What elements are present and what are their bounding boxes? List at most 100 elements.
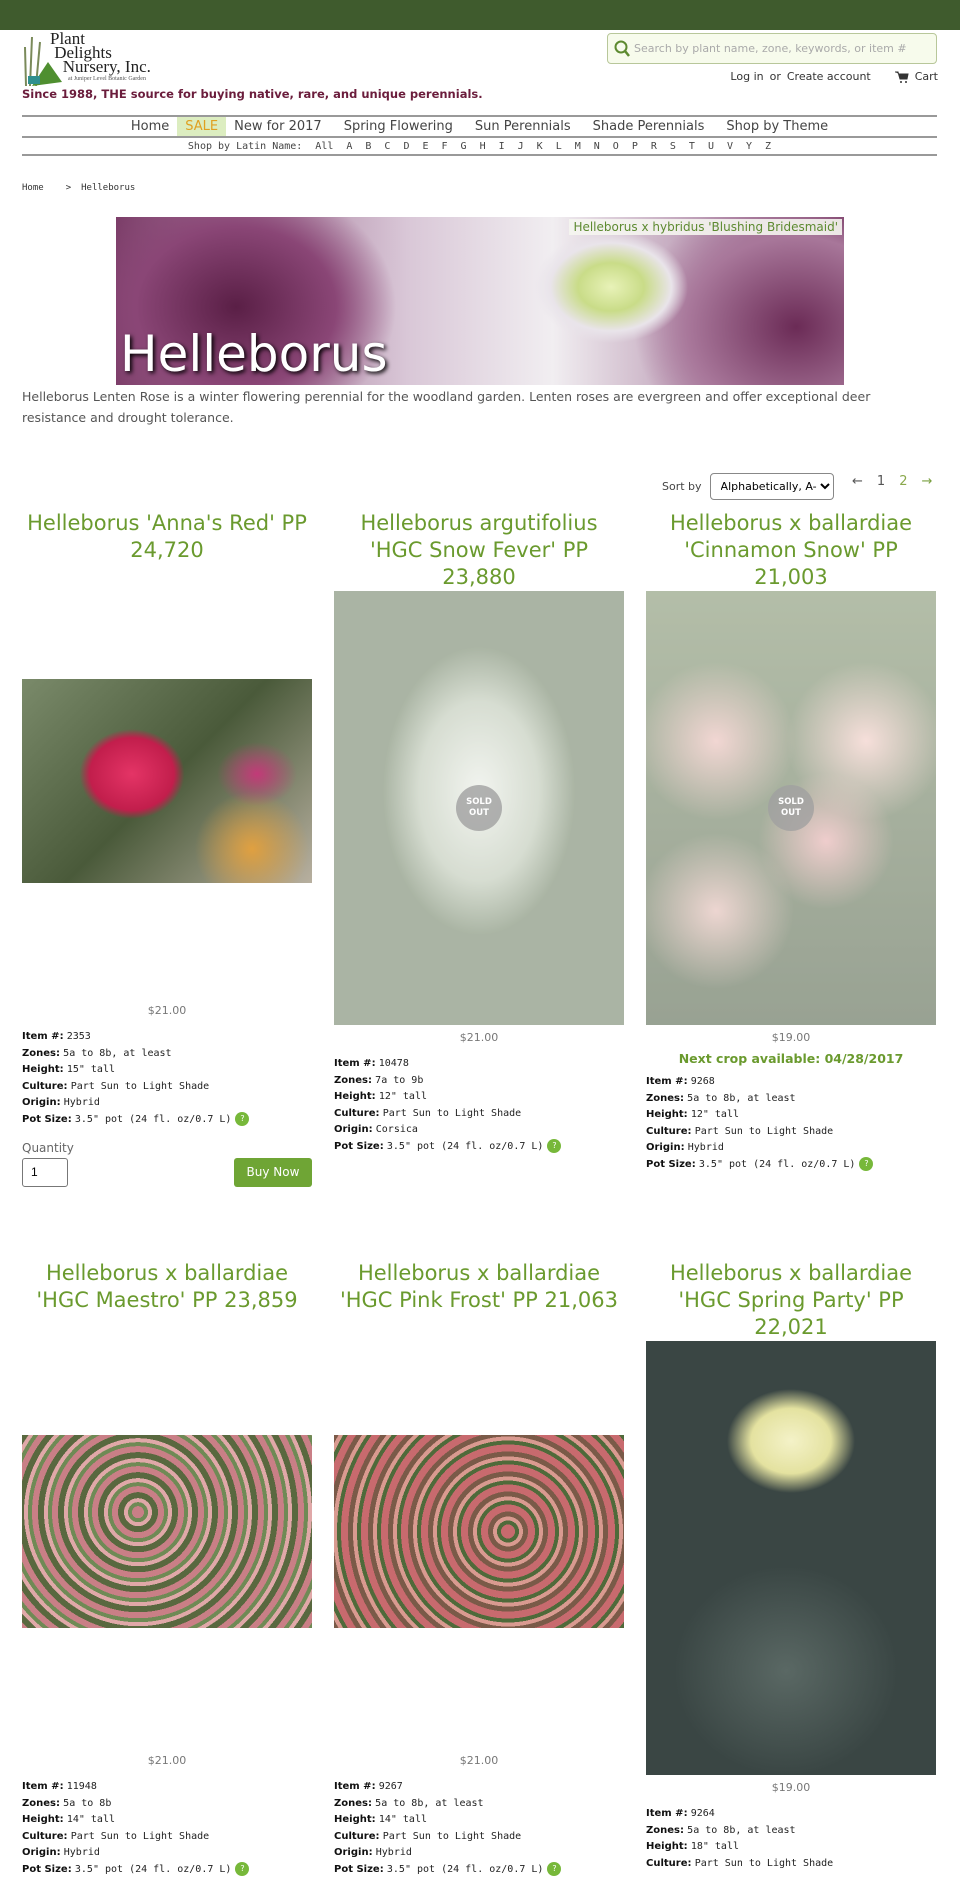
- product-title[interactable]: Helleborus x ballardiae 'HGC Spring Part…: [646, 1260, 936, 1341]
- latin-letter-f[interactable]: F: [442, 141, 448, 152]
- latin-label: Shop by Latin Name:: [187, 141, 303, 152]
- latin-letter-b[interactable]: B: [365, 141, 371, 152]
- detail-height: Height: 12" tall: [334, 1091, 427, 1103]
- latin-letter-c[interactable]: C: [384, 141, 390, 152]
- product-title[interactable]: Helleborus x ballardiae 'HGC Maestro' PP…: [22, 1260, 312, 1314]
- latin-letter-u[interactable]: U: [708, 141, 714, 152]
- latin-letter-a[interactable]: A: [346, 141, 352, 152]
- latin-letter-o[interactable]: O: [613, 141, 619, 152]
- search-input[interactable]: [634, 42, 924, 55]
- product-details: Item #: 9264 Zones: 5a to 8b, at least Hei…: [646, 1806, 936, 1872]
- next-page[interactable]: →: [921, 474, 932, 489]
- detail-origin: Origin: Hybrid: [22, 1097, 100, 1109]
- product-title[interactable]: Helleborus argutifolius 'HGC Snow Fever'…: [334, 510, 624, 591]
- sold-out-badge: SOLD OUT: [768, 785, 814, 831]
- product-details: Item #: 9267 Zones: 5a to 8b, at least Hei…: [334, 1779, 624, 1879]
- product-card: Helleborus x ballardiae 'HGC Spring Part…: [646, 1260, 936, 1872]
- detail-item: Item #: 9268: [646, 1076, 715, 1087]
- detail-culture: Culture: Part Sun to Light Shade: [646, 1857, 834, 1869]
- latin-letter-t[interactable]: T: [689, 141, 695, 152]
- nav-new-for-2017[interactable]: New for 2017: [226, 117, 330, 136]
- login-link[interactable]: Log in: [730, 70, 763, 83]
- main-nav: Home SALE New for 2017 Spring Flowering …: [22, 115, 937, 138]
- latin-letter-all[interactable]: All: [315, 141, 333, 152]
- nav-home[interactable]: Home: [123, 117, 177, 136]
- detail-zones: Zones: 5a to 8b, at least: [646, 1092, 796, 1104]
- breadcrumb-home[interactable]: Home: [22, 183, 44, 193]
- nav-shop-by-theme[interactable]: Shop by Theme: [718, 117, 836, 136]
- top-bar: [0, 0, 960, 30]
- nav-spring-flowering[interactable]: Spring Flowering: [336, 117, 461, 136]
- latin-letter-h[interactable]: H: [480, 141, 486, 152]
- detail-origin: Origin: Hybrid: [334, 1847, 412, 1859]
- search-icon[interactable]: [614, 40, 630, 58]
- latin-letter-j[interactable]: J: [518, 141, 524, 152]
- latin-letter-l[interactable]: L: [556, 141, 562, 152]
- product-image[interactable]: [22, 1434, 312, 1628]
- product-image[interactable]: [334, 1434, 624, 1628]
- product-image[interactable]: SOLD OUT: [646, 591, 936, 1025]
- collection-banner: Helleborus x hybridus 'Blushing Bridesma…: [116, 217, 844, 385]
- detail-height: Height: 14" tall: [334, 1814, 427, 1826]
- detail-height: Height: 18" tall: [646, 1841, 739, 1853]
- product-image[interactable]: SOLD OUT: [334, 591, 624, 1025]
- search-box[interactable]: [607, 33, 937, 64]
- detail-height: Height: 15" tall: [22, 1064, 115, 1076]
- product-image[interactable]: [646, 1341, 936, 1775]
- latin-letter-d[interactable]: D: [403, 141, 409, 152]
- latin-letter-g[interactable]: G: [461, 141, 467, 152]
- detail-culture: Culture: Part Sun to Light Shade: [646, 1125, 834, 1137]
- detail-item: Item #: 9264: [646, 1808, 715, 1819]
- latin-letter-m[interactable]: M: [575, 141, 581, 152]
- latin-letter-s[interactable]: S: [670, 141, 676, 152]
- latin-letter-e[interactable]: E: [422, 141, 428, 152]
- sold-out-badge: SOLD OUT: [456, 785, 502, 831]
- latin-letter-z[interactable]: Z: [765, 141, 771, 152]
- page-2[interactable]: 2: [899, 474, 907, 489]
- product-card: Helleborus x ballardiae 'Cinnamon Snow' …: [646, 510, 936, 1174]
- latin-letter-y[interactable]: Y: [746, 141, 752, 152]
- cart-icon[interactable]: [894, 71, 909, 83]
- help-icon[interactable]: ?: [547, 1138, 562, 1153]
- detail-culture: Culture: Part Sun to Light Shade: [334, 1830, 522, 1842]
- breadcrumb-separator: >: [65, 183, 72, 193]
- product-card: Helleborus x ballardiae 'HGC Maestro' PP…: [22, 1260, 312, 1879]
- product-card: Helleborus 'Anna's Red' PP 24,720 $21.00…: [22, 510, 312, 1187]
- detail-zones: Zones: 5a to 8b, at least: [646, 1824, 796, 1836]
- detail-culture: Culture: Part Sun to Light Shade: [334, 1107, 522, 1119]
- sort-select[interactable]: Alphabetically, A-Z: [709, 473, 834, 500]
- help-icon[interactable]: ?: [547, 1861, 562, 1876]
- latin-letter-k[interactable]: K: [537, 141, 543, 152]
- latin-letter-v[interactable]: V: [727, 141, 733, 152]
- buy-now-button[interactable]: Buy Now: [234, 1157, 312, 1187]
- detail-pot: Pot Size: 3.5" pot (24 fl. oz/0.7 L)?: [22, 1111, 312, 1129]
- product-price: $21.00: [459, 1031, 499, 1044]
- product-details: Item #: 2353 Zones: 5a to 8b, at least Hei…: [22, 1029, 312, 1129]
- product-price: $19.00: [771, 1031, 811, 1044]
- nav-shade-perennials[interactable]: Shade Perennials: [585, 117, 713, 136]
- product-title[interactable]: Helleborus 'Anna's Red' PP 24,720: [22, 510, 312, 564]
- logo[interactable]: Plant Delights Nursery, Inc. at Juniper …: [22, 30, 170, 87]
- latin-letter-r[interactable]: R: [651, 141, 657, 152]
- cart-link[interactable]: Cart: [915, 70, 938, 83]
- detail-origin: Origin: Hybrid: [646, 1142, 724, 1154]
- help-icon[interactable]: ?: [235, 1861, 250, 1876]
- latin-letter-p[interactable]: P: [632, 141, 638, 152]
- detail-height: Height: 12" tall: [646, 1109, 739, 1121]
- product-title[interactable]: Helleborus x ballardiae 'Cinnamon Snow' …: [646, 510, 936, 591]
- detail-zones: Zones: 5a to 8b, at least: [22, 1047, 172, 1059]
- create-account-link[interactable]: Create account: [787, 70, 871, 83]
- prev-page[interactable]: ←: [852, 474, 863, 489]
- nav-sale[interactable]: SALE: [177, 117, 227, 136]
- product-image[interactable]: [22, 679, 312, 883]
- help-icon[interactable]: ?: [859, 1156, 874, 1171]
- product-title[interactable]: Helleborus x ballardiae 'HGC Pink Frost'…: [334, 1260, 624, 1314]
- latin-name-nav: Shop by Latin Name: All A B C D E F G H I J K L M N O P R…: [22, 139, 937, 156]
- nav-sun-perennials[interactable]: Sun Perennials: [467, 117, 579, 136]
- latin-letter-n[interactable]: N: [594, 141, 600, 152]
- latin-letter-i[interactable]: I: [499, 141, 505, 152]
- quantity-input[interactable]: [22, 1157, 68, 1187]
- detail-origin: Origin: Corsica: [334, 1124, 418, 1136]
- help-icon[interactable]: ?: [235, 1111, 250, 1126]
- product-price: $21.00: [147, 1004, 187, 1017]
